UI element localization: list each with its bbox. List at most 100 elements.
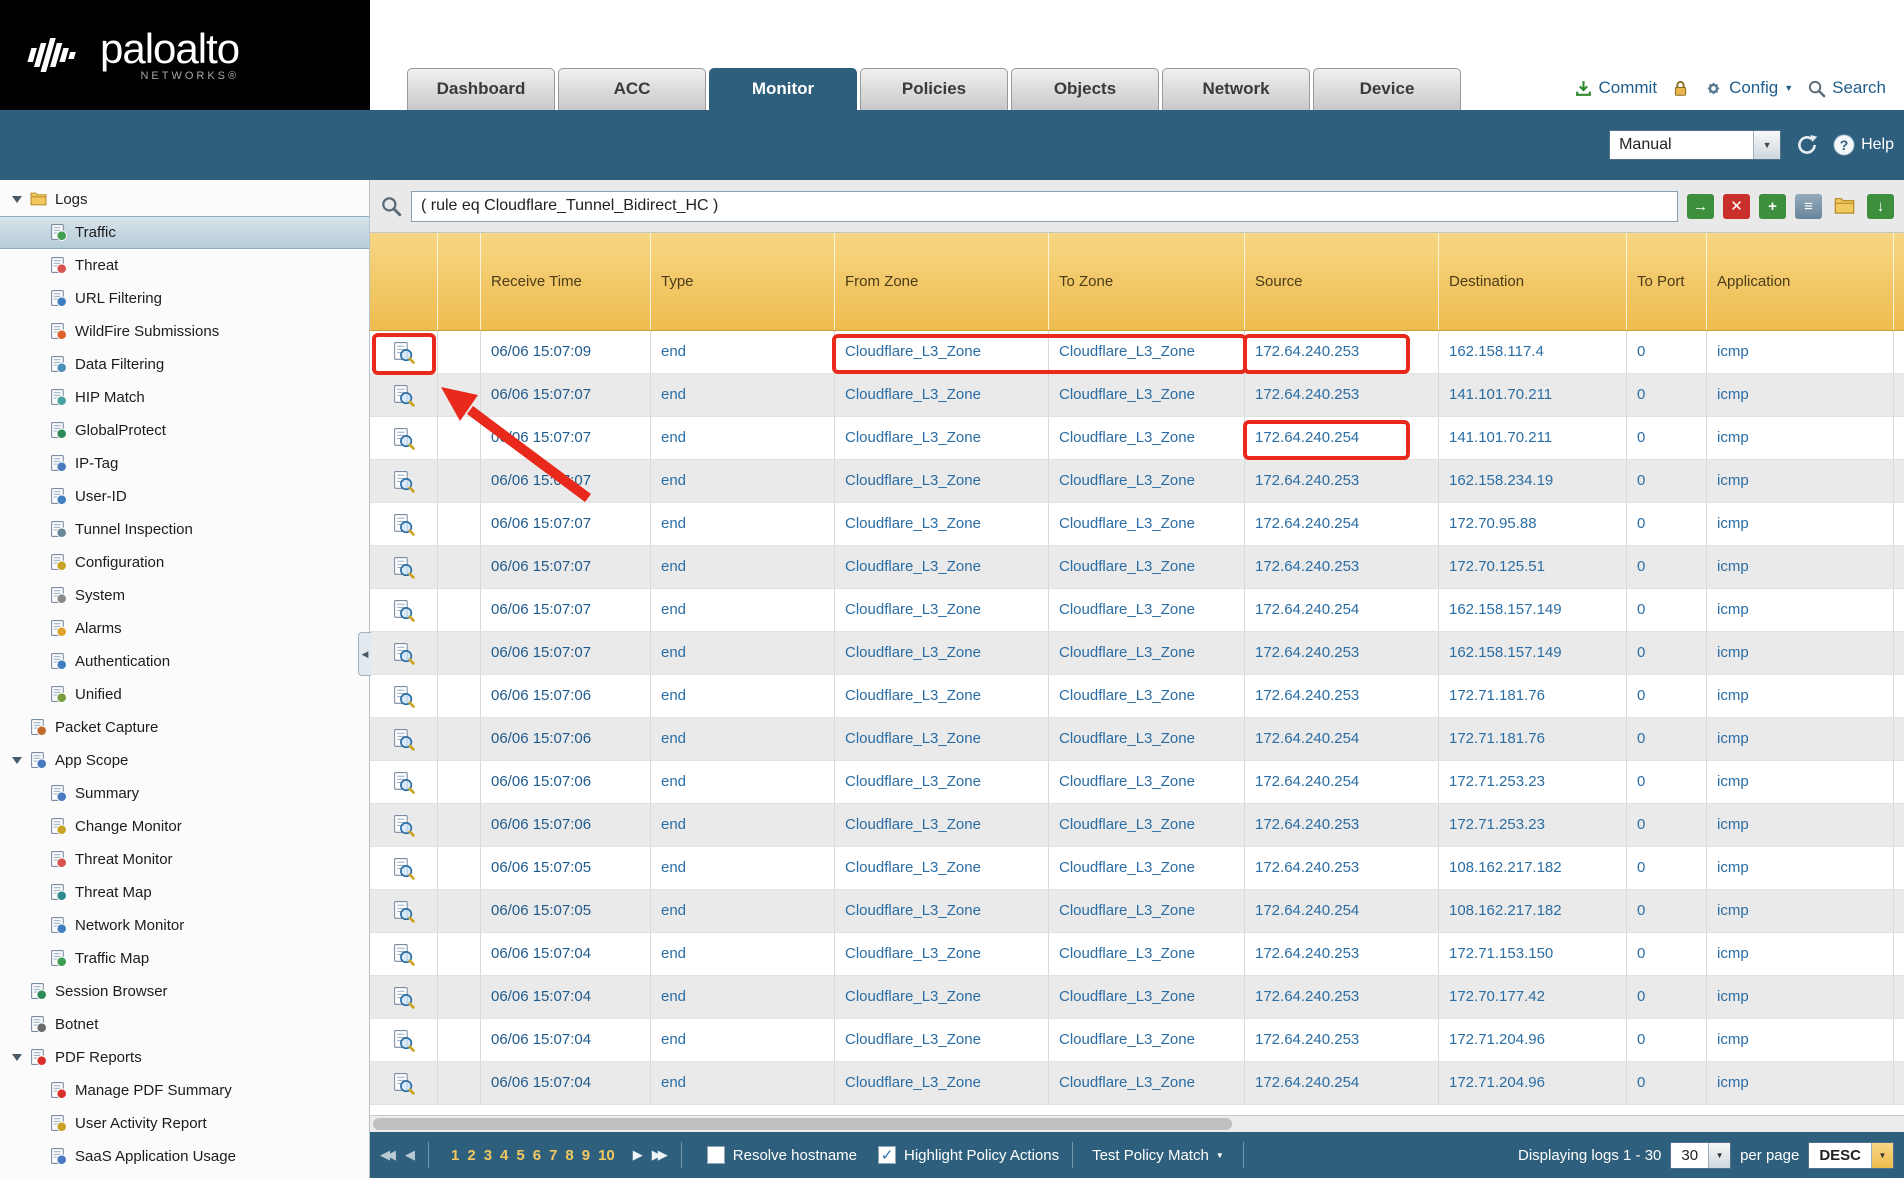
from-zone-cell[interactable]: Cloudflare_L3_Zone <box>834 503 1048 545</box>
from-zone-cell[interactable]: Cloudflare_L3_Zone <box>834 460 1048 502</box>
log-row[interactable]: 06/06 15:07:04 end Cloudflare_L3_Zone Cl… <box>370 1062 1904 1105</box>
load-filter-icon[interactable] <box>1831 194 1858 219</box>
tab-acc[interactable]: ACC <box>558 68 706 110</box>
source-cell[interactable]: 172.64.240.253 <box>1244 933 1438 975</box>
sidebar-item-system[interactable]: System <box>0 579 369 612</box>
to-port-cell[interactable]: 0 <box>1626 675 1706 717</box>
from-zone-cell[interactable]: Cloudflare_L3_Zone <box>834 417 1048 459</box>
sidebar-item-threat-map[interactable]: Threat Map <box>0 876 369 909</box>
to-zone-cell[interactable]: Cloudflare_L3_Zone <box>1048 933 1244 975</box>
log-detail-icon[interactable] <box>370 589 437 631</box>
source-cell[interactable]: 172.64.240.254 <box>1244 589 1438 631</box>
action-cell[interactable]: a <box>1893 460 1904 502</box>
to-zone-cell[interactable]: Cloudflare_L3_Zone <box>1048 460 1244 502</box>
type-cell[interactable]: end <box>650 718 834 760</box>
column-header-empty[interactable] <box>437 233 480 330</box>
log-detail-icon[interactable] <box>370 417 437 459</box>
add-filter-icon[interactable]: + <box>1759 194 1786 219</box>
to-port-cell[interactable]: 0 <box>1626 976 1706 1018</box>
expander-icon[interactable] <box>12 196 22 203</box>
type-cell[interactable]: end <box>650 761 834 803</box>
destination-cell[interactable]: 172.71.181.76 <box>1438 675 1626 717</box>
source-cell[interactable]: 172.64.240.253 <box>1244 460 1438 502</box>
from-zone-cell[interactable]: Cloudflare_L3_Zone <box>834 1062 1048 1104</box>
source-cell[interactable]: 172.64.240.254 <box>1244 890 1438 932</box>
sidebar-item-data-filtering[interactable]: Data Filtering <box>0 348 369 381</box>
expander-icon[interactable] <box>12 757 22 764</box>
sidebar-item-configuration[interactable]: Configuration <box>0 546 369 579</box>
application-cell[interactable]: icmp <box>1706 460 1893 502</box>
log-detail-icon[interactable] <box>370 718 437 760</box>
destination-cell[interactable]: 141.101.70.211 <box>1438 417 1626 459</box>
action-cell[interactable]: a <box>1893 1019 1904 1061</box>
application-cell[interactable]: icmp <box>1706 331 1893 373</box>
sidebar-item-user-activity-report[interactable]: User Activity Report <box>0 1107 369 1140</box>
application-cell[interactable]: icmp <box>1706 546 1893 588</box>
log-row[interactable]: 06/06 15:07:05 end Cloudflare_L3_Zone Cl… <box>370 890 1904 933</box>
to-port-cell[interactable]: 0 <box>1626 761 1706 803</box>
application-cell[interactable]: icmp <box>1706 804 1893 846</box>
column-header-source[interactable]: Source <box>1244 233 1438 330</box>
log-detail-icon[interactable] <box>370 632 437 674</box>
log-row[interactable]: 06/06 15:07:04 end Cloudflare_L3_Zone Cl… <box>370 1019 1904 1062</box>
export-logs-icon[interactable]: ↓ <box>1867 194 1894 219</box>
to-port-cell[interactable]: 0 <box>1626 417 1706 459</box>
log-row[interactable]: 06/06 15:07:09 end Cloudflare_L3_Zone Cl… <box>370 331 1904 374</box>
column-header-destination[interactable]: Destination <box>1438 233 1626 330</box>
destination-cell[interactable]: 172.71.153.150 <box>1438 933 1626 975</box>
refresh-icon[interactable] <box>1794 132 1820 158</box>
sidebar-item-wildfire-submissions[interactable]: WildFire Submissions <box>0 315 369 348</box>
sidebar-item-saas-application-usage[interactable]: SaaS Application Usage <box>0 1140 369 1173</box>
to-port-cell[interactable]: 0 <box>1626 718 1706 760</box>
to-zone-cell[interactable]: Cloudflare_L3_Zone <box>1048 890 1244 932</box>
page-number-1[interactable]: 1 <box>448 1147 462 1164</box>
log-detail-icon[interactable] <box>370 460 437 502</box>
type-cell[interactable]: end <box>650 546 834 588</box>
destination-cell[interactable]: 162.158.234.19 <box>1438 460 1626 502</box>
sidebar-item-app-scope[interactable]: App Scope <box>0 744 369 777</box>
expander-icon[interactable] <box>12 1054 22 1061</box>
sidebar-item-tunnel-inspection[interactable]: Tunnel Inspection <box>0 513 369 546</box>
application-cell[interactable]: icmp <box>1706 761 1893 803</box>
commit-button[interactable]: Commit <box>1574 78 1658 98</box>
application-cell[interactable]: icmp <box>1706 675 1893 717</box>
action-cell[interactable]: a <box>1893 1062 1904 1104</box>
to-zone-cell[interactable]: Cloudflare_L3_Zone <box>1048 331 1244 373</box>
log-detail-icon[interactable] <box>370 847 437 889</box>
from-zone-cell[interactable]: Cloudflare_L3_Zone <box>834 331 1048 373</box>
page-number-5[interactable]: 5 <box>513 1147 527 1164</box>
to-port-cell[interactable]: 0 <box>1626 503 1706 545</box>
log-detail-icon[interactable] <box>370 374 437 416</box>
tab-network[interactable]: Network <box>1162 68 1310 110</box>
tab-objects[interactable]: Objects <box>1011 68 1159 110</box>
sort-order-select[interactable]: DESC ▼ <box>1808 1142 1894 1169</box>
application-cell[interactable]: icmp <box>1706 374 1893 416</box>
column-header-from-zone[interactable]: From Zone <box>834 233 1048 330</box>
page-number-4[interactable]: 4 <box>497 1147 511 1164</box>
action-cell[interactable]: a <box>1893 589 1904 631</box>
application-cell[interactable]: icmp <box>1706 417 1893 459</box>
destination-cell[interactable]: 172.71.253.23 <box>1438 804 1626 846</box>
source-cell[interactable]: 172.64.240.253 <box>1244 632 1438 674</box>
help-button[interactable]: Help <box>1833 134 1894 156</box>
to-port-cell[interactable]: 0 <box>1626 804 1706 846</box>
from-zone-cell[interactable]: Cloudflare_L3_Zone <box>834 632 1048 674</box>
type-cell[interactable]: end <box>650 675 834 717</box>
sidebar-item-globalprotect[interactable]: GlobalProtect <box>0 414 369 447</box>
test-policy-match-dropdown[interactable]: Test Policy Match ▼ <box>1086 1147 1230 1164</box>
sidebar-item-user-id[interactable]: User-ID <box>0 480 369 513</box>
source-cell[interactable]: 172.64.240.254 <box>1244 718 1438 760</box>
application-cell[interactable]: icmp <box>1706 1062 1893 1104</box>
from-zone-cell[interactable]: Cloudflare_L3_Zone <box>834 589 1048 631</box>
sidebar-item-network-monitor[interactable]: Network Monitor <box>0 909 369 942</box>
type-cell[interactable]: end <box>650 632 834 674</box>
action-cell[interactable]: a <box>1893 632 1904 674</box>
log-detail-icon[interactable] <box>370 804 437 846</box>
action-cell[interactable]: a <box>1893 761 1904 803</box>
action-cell[interactable]: a <box>1893 933 1904 975</box>
sidebar-item-packet-capture[interactable]: Packet Capture <box>0 711 369 744</box>
log-detail-icon[interactable] <box>370 675 437 717</box>
destination-cell[interactable]: 172.71.253.23 <box>1438 761 1626 803</box>
last-page-button[interactable]: ▶▶ <box>652 1147 668 1163</box>
to-zone-cell[interactable]: Cloudflare_L3_Zone <box>1048 503 1244 545</box>
